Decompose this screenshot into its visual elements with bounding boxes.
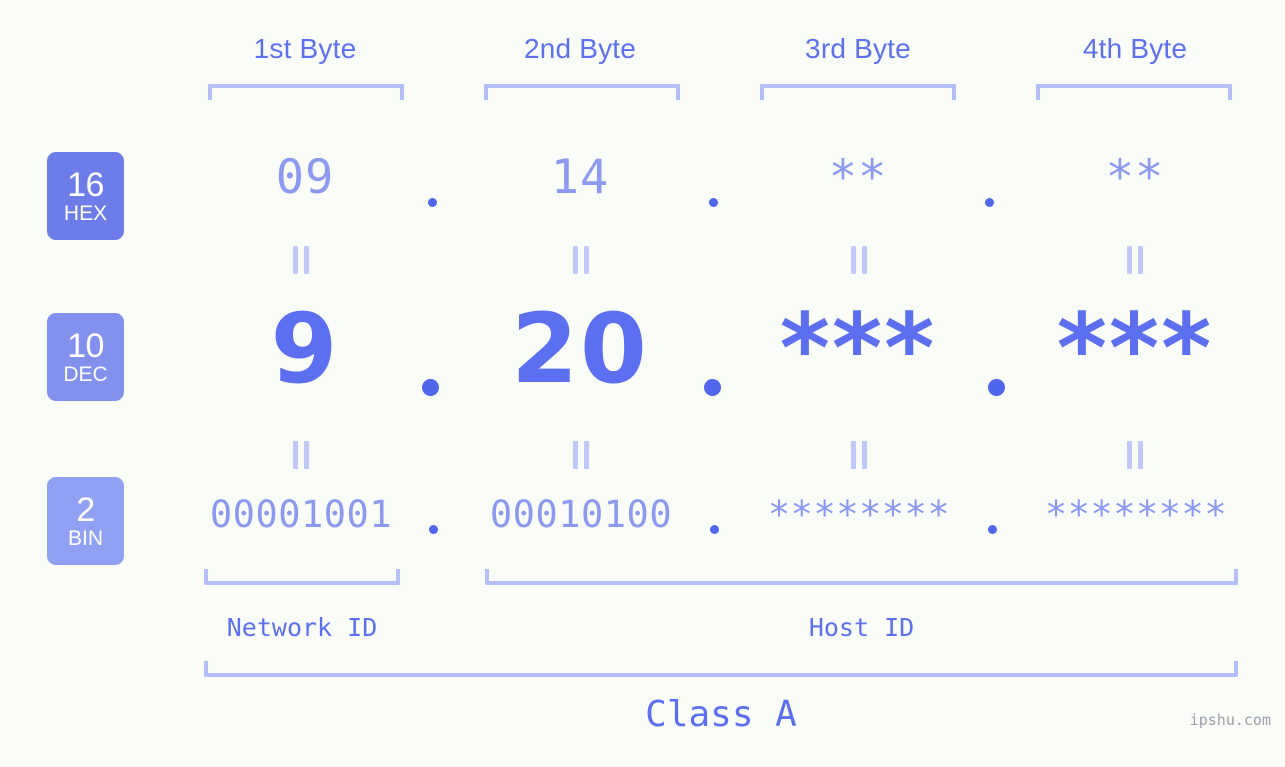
equals-marker-hex-dec-3	[848, 246, 870, 274]
byte-header-2: 2nd Byte	[523, 33, 637, 64]
bin-value-byte-1: 00001001	[209, 493, 393, 536]
base-badge-bin-number: 2	[76, 490, 95, 529]
hex-dot-separator-3	[985, 198, 994, 207]
bin-value-byte-4: ********	[1044, 493, 1228, 536]
base-badge-bin[interactable]: 2 BIN	[47, 477, 124, 565]
dec-value-byte-4: ***	[1056, 293, 1214, 405]
bin-dot-separator-3	[988, 525, 997, 534]
bin-value-byte-3: ********	[767, 493, 951, 536]
class-label: Class A	[645, 694, 797, 735]
hex-value-byte-2: 14	[550, 150, 610, 205]
hex-value-byte-1: 09	[275, 150, 335, 205]
base-badge-dec-number: 10	[67, 326, 104, 365]
bin-dot-separator-2	[710, 525, 719, 534]
equals-marker-hex-dec-1	[290, 246, 312, 274]
byte-bracket-top-1	[208, 84, 404, 100]
ip-address-breakdown-diagram: 1st Byte 2nd Byte 3rd Byte 4th Byte 16 H…	[0, 0, 1285, 767]
hex-value-byte-3: **	[828, 150, 888, 205]
equals-marker-dec-bin-3	[848, 441, 870, 469]
base-badge-bin-label: BIN	[67, 526, 103, 550]
byte-bracket-top-3	[760, 84, 956, 100]
dec-dot-separator-2	[704, 379, 721, 396]
hex-value-byte-4: **	[1105, 150, 1165, 205]
byte-bracket-top-4	[1036, 84, 1232, 100]
base-badge-dec[interactable]: 10 DEC	[47, 313, 124, 401]
hex-dot-separator-2	[709, 198, 718, 207]
dec-value-byte-2: 20	[511, 293, 649, 405]
equals-marker-dec-bin-4	[1124, 441, 1146, 469]
base-badge-dec-label: DEC	[63, 362, 108, 386]
network-id-label: Network ID	[226, 613, 378, 642]
dec-dot-separator-1	[422, 379, 439, 396]
dec-value-byte-3: ***	[779, 293, 937, 405]
base-badge-hex-label: HEX	[63, 201, 108, 225]
equals-marker-dec-bin-1	[290, 441, 312, 469]
host-id-bracket	[485, 569, 1238, 585]
bin-dot-separator-1	[429, 525, 438, 534]
equals-marker-dec-bin-2	[570, 441, 592, 469]
bin-value-byte-2: 00010100	[489, 493, 673, 536]
class-bracket	[204, 661, 1238, 677]
byte-header-4: 4th Byte	[1082, 33, 1188, 64]
byte-header-1: 1st Byte	[253, 33, 357, 64]
byte-bracket-top-2	[484, 84, 680, 100]
base-badge-hex-number: 16	[67, 165, 104, 204]
equals-marker-hex-dec-2	[570, 246, 592, 274]
byte-header-3: 3rd Byte	[805, 33, 911, 64]
network-id-bracket	[204, 569, 400, 585]
dec-value-byte-1: 9	[270, 293, 340, 405]
equals-marker-hex-dec-4	[1124, 246, 1146, 274]
hex-dot-separator-1	[428, 198, 437, 207]
base-badge-hex[interactable]: 16 HEX	[47, 152, 124, 240]
dec-dot-separator-3	[988, 379, 1005, 396]
watermark: ipshu.com	[1189, 711, 1271, 729]
host-id-label: Host ID	[808, 613, 915, 642]
